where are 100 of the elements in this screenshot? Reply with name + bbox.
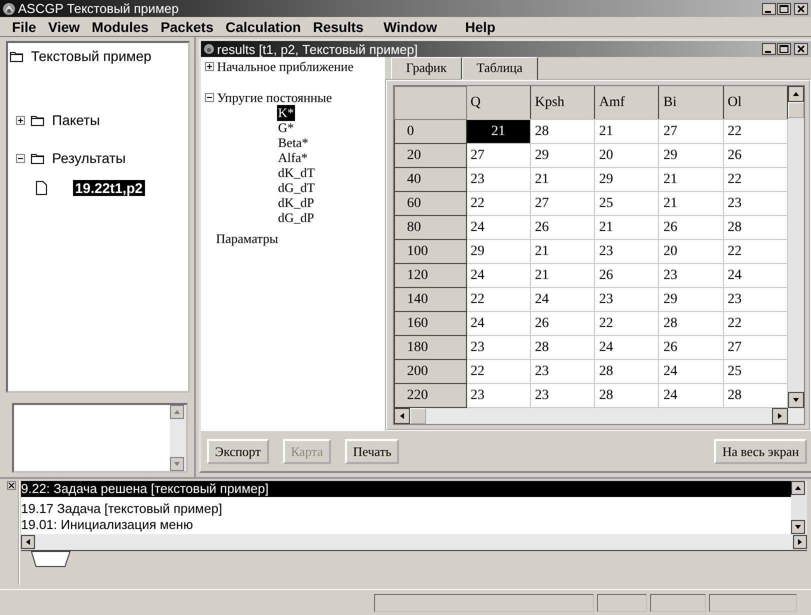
- close-icon[interactable]: [6, 481, 16, 490]
- table-cell[interactable]: 29: [658, 144, 724, 168]
- tree-item[interactable]: dG_dT: [277, 180, 316, 196]
- tab[interactable]: График: [391, 57, 462, 79]
- toolbar-button[interactable]: Экспорт: [207, 439, 269, 464]
- tree-item[interactable]: 19.22t1,p2: [73, 180, 145, 196]
- table-cell[interactable]: 21: [594, 216, 659, 240]
- tree-item[interactable]: Alfa*: [277, 150, 309, 166]
- maximize-button[interactable]: [777, 2, 791, 14]
- table-cell[interactable]: 24: [466, 264, 530, 288]
- row-header[interactable]: 40: [394, 168, 466, 192]
- table-cell[interactable]: 26: [530, 312, 595, 336]
- table-cell[interactable]: 21: [466, 120, 530, 144]
- table-cell[interactable]: 24: [658, 384, 724, 408]
- menu-item[interactable]: Modules: [86, 18, 155, 34]
- table-cell[interactable]: 28: [594, 384, 659, 408]
- row-header[interactable]: 0: [394, 120, 466, 144]
- table-cell[interactable]: 26: [594, 264, 659, 288]
- scroll-thumb[interactable]: [788, 102, 804, 118]
- row-header[interactable]: 200: [394, 360, 466, 384]
- row-header[interactable]: 160: [394, 312, 466, 336]
- table-cell[interactable]: 28: [530, 120, 595, 144]
- scroll-bar[interactable]: [394, 408, 804, 424]
- table-cell[interactable]: 23: [530, 384, 595, 408]
- menu-item[interactable]: Results: [306, 18, 370, 34]
- table-cell[interactable]: 26: [530, 216, 595, 240]
- table-cell[interactable]: 25: [723, 360, 788, 384]
- tree-item[interactable]: K*: [277, 104, 295, 120]
- row-header[interactable]: 100: [394, 240, 466, 264]
- table-cell[interactable]: 22: [466, 288, 530, 312]
- table-cell[interactable]: 23: [723, 192, 788, 216]
- column-header[interactable]: Kpsh: [530, 86, 595, 120]
- table-cell[interactable]: 23: [594, 240, 659, 264]
- table-cell[interactable]: 29: [530, 144, 595, 168]
- scroll-thumb[interactable]: [410, 408, 426, 424]
- tree-item[interactable]: Текстовый пример: [29, 48, 154, 64]
- toolbar-button[interactable]: Печать: [345, 439, 400, 464]
- table-cell[interactable]: 26: [658, 336, 724, 360]
- menu-item[interactable]: Calculation: [220, 18, 307, 34]
- table-cell[interactable]: 22: [466, 192, 530, 216]
- table-cell[interactable]: 20: [594, 144, 659, 168]
- close-button[interactable]: [794, 2, 808, 14]
- table-cell[interactable]: 27: [530, 192, 595, 216]
- row-header[interactable]: 140: [394, 288, 466, 312]
- expand-icon[interactable]: [205, 62, 214, 71]
- table-cell[interactable]: 20: [658, 240, 724, 264]
- tree-item[interactable]: G*: [277, 120, 295, 136]
- scroll-bar[interactable]: [21, 534, 807, 550]
- table-cell[interactable]: 29: [594, 168, 659, 192]
- collapse-icon[interactable]: [16, 154, 25, 162]
- table-cell[interactable]: 29: [658, 288, 724, 312]
- column-header[interactable]: Q: [466, 86, 530, 120]
- tab[interactable]: Таблица: [462, 57, 538, 80]
- table-cell[interactable]: 26: [658, 216, 724, 240]
- tree-item[interactable]: Упругие постоянные: [216, 90, 333, 106]
- table-cell[interactable]: 29: [466, 240, 530, 264]
- tree-item[interactable]: Начальное приближение: [216, 58, 355, 74]
- table-cell[interactable]: 23: [466, 336, 530, 360]
- table-cell[interactable]: 23: [466, 168, 530, 192]
- table-cell[interactable]: 21: [594, 120, 659, 144]
- menu-item[interactable]: View: [42, 18, 86, 34]
- table-cell[interactable]: 22: [723, 240, 788, 264]
- tree-item[interactable]: dK_dP: [277, 194, 316, 210]
- table-cell[interactable]: 25: [594, 192, 659, 216]
- table-cell[interactable]: 22: [466, 360, 530, 384]
- menu-item[interactable]: Packets: [154, 18, 220, 34]
- list-box[interactable]: [12, 403, 188, 473]
- table-cell[interactable]: 21: [658, 168, 724, 192]
- table-cell[interactable]: 23: [723, 288, 788, 312]
- table-cell[interactable]: 27: [723, 336, 788, 360]
- table-cell[interactable]: 23: [466, 384, 530, 408]
- table-cell[interactable]: 21: [658, 192, 724, 216]
- row-header[interactable]: 220: [394, 384, 466, 408]
- table-cell[interactable]: 27: [658, 120, 724, 144]
- table-cell[interactable]: 27: [466, 144, 530, 168]
- table-cell[interactable]: 22: [723, 120, 788, 144]
- scroll-bar[interactable]: [788, 86, 804, 408]
- tab-shape[interactable]: [31, 551, 71, 567]
- table-cell[interactable]: 24: [530, 288, 595, 312]
- table-cell[interactable]: 28: [723, 384, 788, 408]
- column-header[interactable]: Amf: [594, 86, 659, 120]
- table-cell[interactable]: 21: [530, 168, 595, 192]
- minimize-button[interactable]: [762, 43, 776, 55]
- table-cell[interactable]: 22: [723, 168, 788, 192]
- tree-item[interactable]: Результаты: [50, 150, 128, 166]
- menu-item[interactable]: File: [6, 18, 42, 34]
- scroll-bar[interactable]: [791, 481, 807, 534]
- table-cell[interactable]: 23: [530, 360, 595, 384]
- menu-item[interactable]: Help: [459, 18, 502, 34]
- close-button[interactable]: [794, 43, 808, 55]
- tree-item[interactable]: Параматры: [215, 230, 280, 246]
- log-entry[interactable]: 19.17 Задача [текстовый пример]: [21, 501, 791, 517]
- fullscreen-button[interactable]: На весь экран: [714, 439, 807, 464]
- table-cell[interactable]: 28: [530, 336, 595, 360]
- table-cell[interactable]: 21: [530, 264, 595, 288]
- table-cell[interactable]: 24: [658, 360, 724, 384]
- log-entry[interactable]: 19.01: Инициализация меню: [21, 517, 791, 533]
- table-cell[interactable]: 24: [466, 216, 530, 240]
- row-header[interactable]: 20: [394, 144, 466, 168]
- tree-item[interactable]: dG_dP: [277, 210, 316, 226]
